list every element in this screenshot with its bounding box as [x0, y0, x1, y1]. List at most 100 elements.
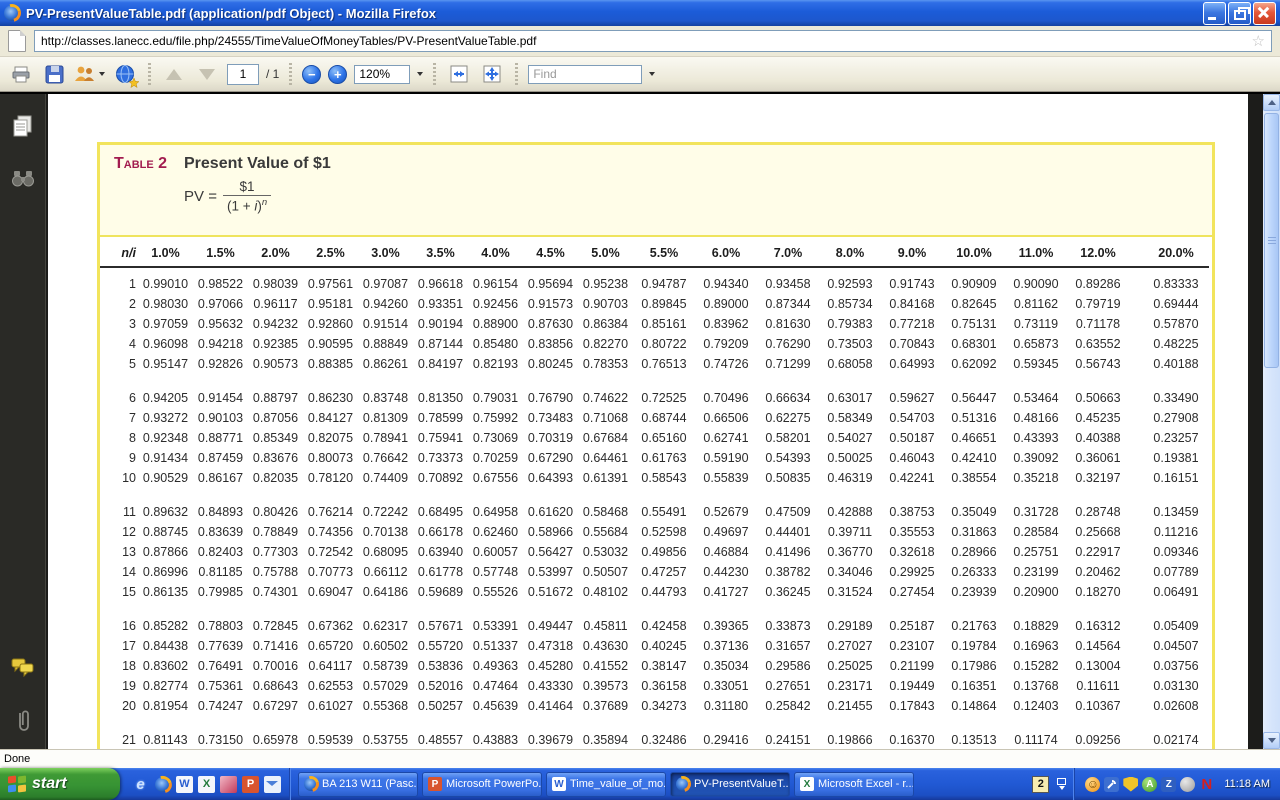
pv-cell: 0.13459 [1129, 502, 1209, 522]
pv-cell: 0.51337 [468, 636, 523, 656]
bookmark-star-icon[interactable]: ☆ [1252, 34, 1265, 49]
save-button[interactable] [41, 61, 67, 87]
antivirus-icon[interactable]: A [1142, 777, 1157, 792]
search-binoculars-icon[interactable] [11, 169, 35, 194]
pdf-page: Table 2 Present Value of $1 PV = $1 (1 +… [48, 94, 1248, 749]
table-row: 70.932720.901030.870560.841270.813090.78… [100, 408, 1209, 428]
find-caret-icon[interactable] [649, 72, 655, 76]
task-button-word[interactable]: W Time_value_of_mo... [546, 772, 666, 797]
url-input[interactable]: http://classes.lanecc.edu/file.php/24555… [34, 30, 1272, 52]
pv-cell: 0.17843 [881, 696, 943, 730]
pv-column-header: 4.0% [468, 241, 523, 267]
pv-cell: 0.83748 [358, 388, 413, 408]
powerpoint-icon[interactable]: P [242, 776, 259, 793]
pv-cell: 0.70843 [881, 334, 943, 354]
pv-cell: 0.37136 [695, 636, 757, 656]
outlook-icon[interactable] [264, 776, 281, 793]
start-button[interactable]: start [0, 768, 120, 800]
page-number-input[interactable] [227, 64, 259, 85]
pv-cell: 0.66112 [358, 562, 413, 582]
previous-page-button[interactable] [161, 61, 187, 87]
pv-cell: 0.73483 [523, 408, 578, 428]
pv-cell: 0.47318 [523, 636, 578, 656]
minimize-button[interactable] [1203, 2, 1226, 25]
pv-cell: 0.67362 [303, 616, 358, 636]
comments-panel-icon[interactable] [11, 657, 35, 682]
pv-cell: 0.48166 [1005, 408, 1067, 428]
ie-icon[interactable]: e [132, 776, 149, 793]
next-page-button[interactable] [194, 61, 220, 87]
volume-icon[interactable] [1180, 777, 1195, 792]
utility-tool-icon[interactable] [1104, 777, 1119, 792]
taskbar-chevron[interactable] [1057, 778, 1066, 790]
zoom-level-value[interactable]: 120% [354, 65, 410, 84]
scroll-down-button[interactable] [1263, 732, 1280, 749]
pv-cell: 0.33051 [695, 676, 757, 696]
pv-cell: 0.87344 [757, 294, 819, 314]
pv-cell: 0.91573 [523, 294, 578, 314]
zoom-caret-icon[interactable] [417, 72, 423, 76]
scroll-up-button[interactable] [1263, 94, 1280, 111]
table-row: 60.942050.914540.887970.862300.837480.81… [100, 388, 1209, 408]
pv-cell: 0.93272 [138, 408, 193, 428]
pv-cell: 0.85349 [248, 428, 303, 448]
zoom-out-button[interactable]: − [302, 65, 321, 84]
close-button[interactable] [1253, 2, 1276, 25]
toolbar-separator [433, 63, 436, 85]
collaborate-button[interactable] [74, 61, 105, 87]
pv-cell: 0.98522 [193, 267, 248, 294]
keychain-icon[interactable] [220, 776, 237, 793]
pv-cell: 0.97066 [193, 294, 248, 314]
pv-cell: 0.90529 [138, 468, 193, 502]
pv-cell: 0.98039 [248, 267, 303, 294]
word-icon[interactable]: W [176, 776, 193, 793]
pv-cell: 0.44401 [757, 522, 819, 542]
pv-cell: 0.72542 [303, 542, 358, 562]
task-button-ba213[interactable]: BA 213 W11 (Pasc... [298, 772, 418, 797]
security-shield-icon[interactable] [1123, 777, 1138, 792]
pv-cell: 0.94218 [193, 334, 248, 354]
attachments-paperclip-icon[interactable] [14, 708, 32, 739]
pv-column-header: 3.0% [358, 241, 413, 267]
pv-cell: 0.43330 [523, 676, 578, 696]
grouped-windows-badge[interactable]: 2 [1032, 776, 1049, 793]
norton-icon[interactable]: N [1199, 777, 1214, 792]
pv-cell: 0.41552 [578, 656, 633, 676]
task-button-powerpoint[interactable]: P Microsoft PowerPo... [422, 772, 542, 797]
pages-panel-icon[interactable] [12, 114, 34, 143]
firefox-quicklaunch-icon[interactable] [154, 776, 171, 793]
pv-cell: 0.65720 [303, 636, 358, 656]
scrollbar-thumb[interactable] [1264, 113, 1279, 368]
pv-cell: 0.34046 [819, 562, 881, 582]
pv-cell: 0.86167 [193, 468, 248, 502]
fit-page-button[interactable] [479, 61, 505, 87]
print-button[interactable] [8, 61, 34, 87]
pv-cell: 0.37689 [578, 696, 633, 730]
find-input[interactable] [528, 65, 642, 84]
task-button-excel[interactable]: X Microsoft Excel - r... [794, 772, 914, 797]
pv-cell: 0.94205 [138, 388, 193, 408]
messenger-smiley-icon[interactable]: ☺ [1085, 777, 1100, 792]
fit-page-icon [482, 65, 502, 83]
table-row: 120.887450.836390.788490.743560.701380.6… [100, 522, 1209, 542]
excel-icon[interactable]: X [198, 776, 215, 793]
acrobat-online-button[interactable] [112, 61, 138, 87]
fit-width-button[interactable] [446, 61, 472, 87]
pv-cell: 0.09256 [1067, 730, 1129, 749]
pv-cell: 0.27027 [819, 636, 881, 656]
pv-cell: 0.25025 [819, 656, 881, 676]
present-value-table: n/i1.0%1.5%2.0%2.5%3.0%3.5%4.0%4.5%5.0%5… [100, 241, 1209, 749]
pv-cell: 0.74247 [193, 696, 248, 730]
zonealarm-icon[interactable]: Z [1161, 777, 1176, 792]
printer-icon [11, 65, 31, 84]
pv-cell: 0.42410 [943, 448, 1005, 468]
pv-cell: 0.56447 [943, 388, 1005, 408]
zoom-in-button[interactable]: + [328, 65, 347, 84]
vertical-scrollbar[interactable] [1263, 94, 1280, 749]
formula-numerator: $1 [230, 179, 265, 195]
task-button-pv-pdf-active[interactable]: PV-PresentValueT... [670, 772, 790, 797]
restore-button[interactable] [1228, 2, 1251, 25]
pv-cell: 0.24151 [757, 730, 819, 749]
pv-cell: 0.96117 [248, 294, 303, 314]
pv-cell: 0.95238 [578, 267, 633, 294]
